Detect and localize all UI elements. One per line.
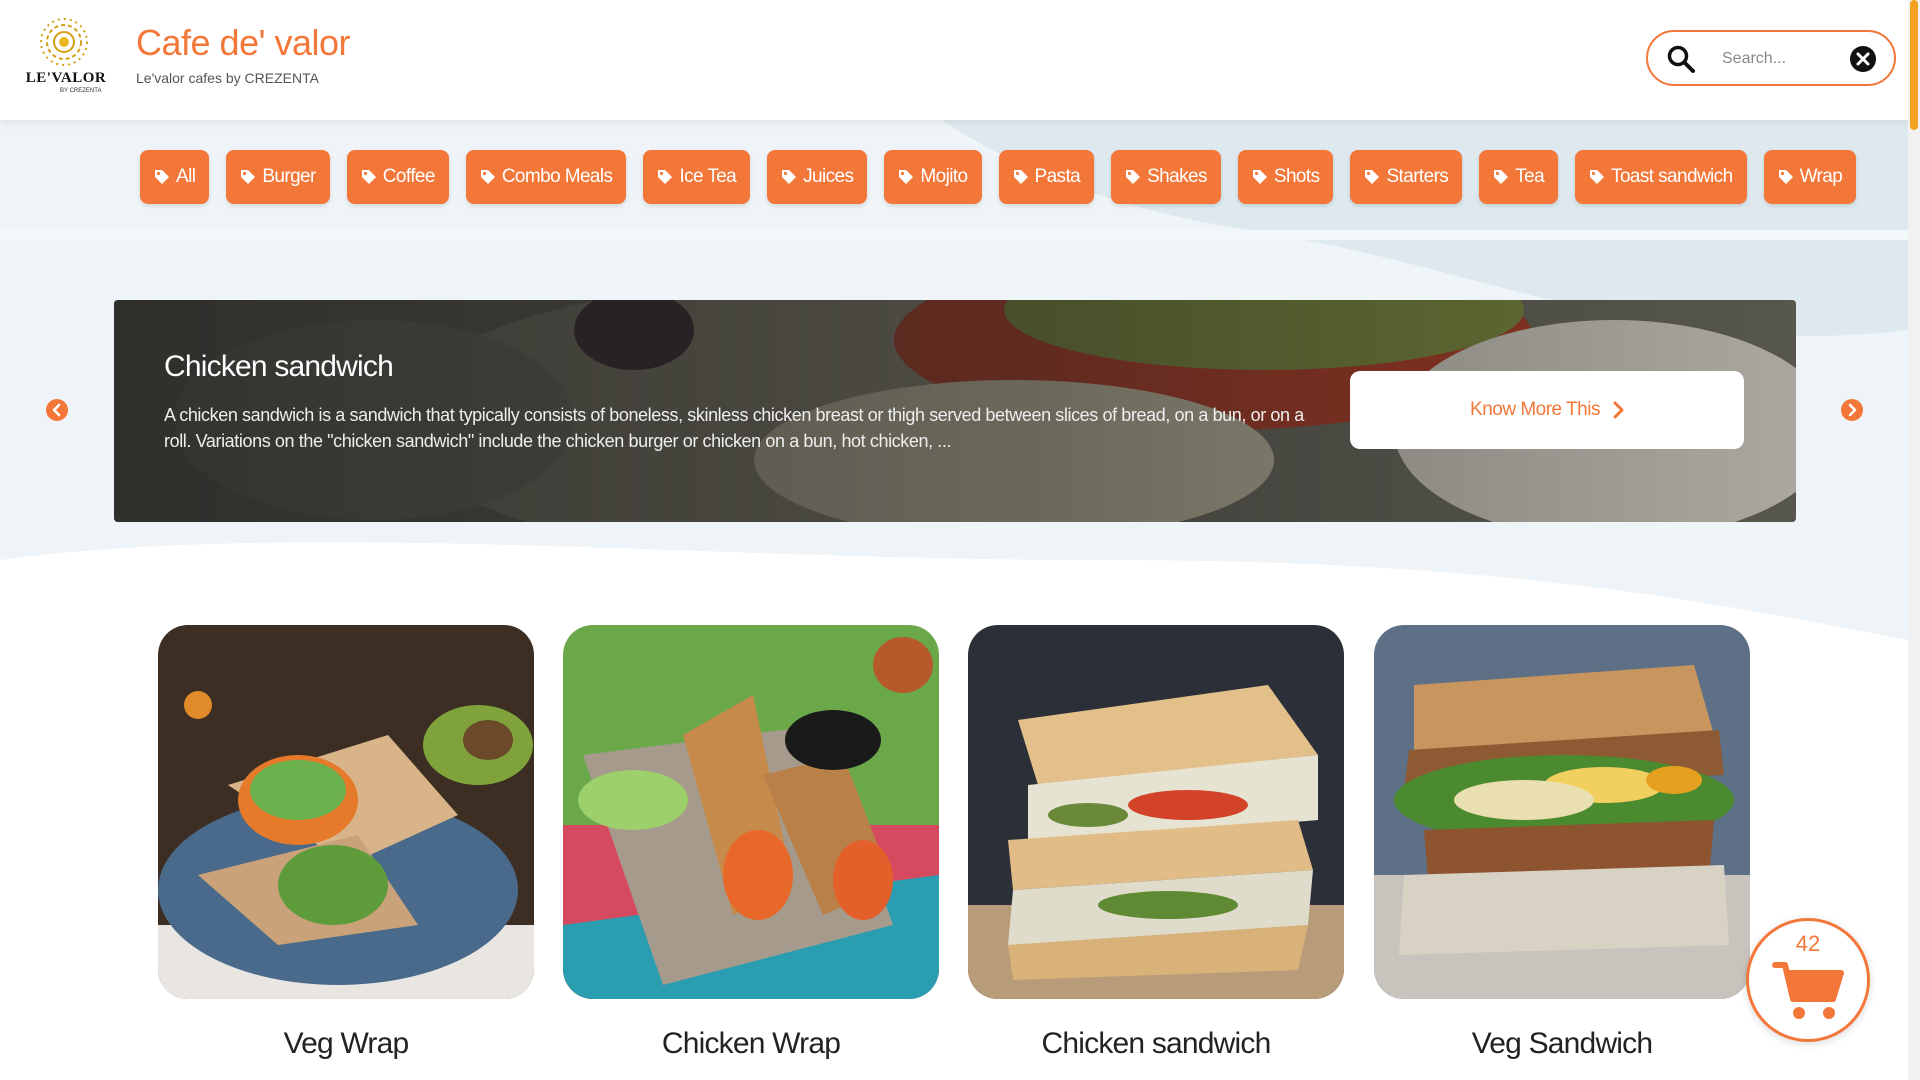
category-shots[interactable]: Shots xyxy=(1237,150,1334,204)
category-toast-sandwich[interactable]: Toast sandwich xyxy=(1575,150,1747,204)
tag-icon xyxy=(241,170,256,184)
product-name: Chicken sandwich xyxy=(1041,1027,1272,1060)
category-all[interactable]: All xyxy=(140,150,210,204)
category-bar: All Burger Coffee Combo Meals Ice Tea Ju… xyxy=(140,150,1857,204)
know-more-label: Know More This xyxy=(1470,399,1600,420)
category-mojito[interactable]: Mojito xyxy=(884,150,982,204)
tag-icon xyxy=(1494,170,1509,184)
product-image xyxy=(968,625,1344,999)
banner-title: Chicken sandwich xyxy=(164,350,394,383)
chevron-right-icon xyxy=(1613,401,1624,419)
category-label: Tea xyxy=(1515,166,1545,187)
category-label: Wrap xyxy=(1799,166,1843,187)
tag-icon xyxy=(1778,170,1793,184)
category-tea[interactable]: Tea xyxy=(1479,150,1559,204)
category-label: Coffee xyxy=(382,166,436,187)
category-label: Shakes xyxy=(1147,166,1207,187)
chevron-right-circle-icon[interactable] xyxy=(1840,398,1864,422)
product-card-veg-wrap[interactable]: Veg Wrap xyxy=(158,625,534,1080)
category-wrap[interactable]: Wrap xyxy=(1763,150,1857,204)
category-pasta[interactable]: Pasta xyxy=(998,150,1095,204)
banner-description: A chicken sandwich is a sandwich that ty… xyxy=(164,405,1304,451)
tag-icon xyxy=(1365,170,1380,184)
know-more-button[interactable]: Know More This xyxy=(1350,371,1744,449)
logo-subtext: BY CREZENTA xyxy=(60,88,102,94)
category-label: Shots xyxy=(1273,166,1320,187)
category-burger[interactable]: Burger xyxy=(226,150,330,204)
close-circle-icon[interactable] xyxy=(1848,44,1878,74)
tag-icon xyxy=(480,170,495,184)
scrollbar[interactable] xyxy=(1908,0,1920,1080)
category-label: Pasta xyxy=(1034,166,1081,187)
category-label: Ice Tea xyxy=(679,166,737,187)
shopping-cart-icon xyxy=(1772,962,1844,1019)
product-image xyxy=(1374,625,1750,999)
tag-icon xyxy=(782,170,797,184)
logo[interactable]: LE'VALOR BY CREZENTA xyxy=(22,16,110,100)
category-label: Juices xyxy=(803,166,854,187)
category-ice-tea[interactable]: Ice Tea xyxy=(643,150,751,204)
category-juices[interactable]: Juices xyxy=(767,150,868,204)
tag-icon xyxy=(155,170,169,184)
category-label: Toast sandwich xyxy=(1611,166,1733,187)
search-icon[interactable] xyxy=(1666,44,1696,74)
featured-banner: Chicken sandwich A chicken sandwich is a… xyxy=(114,300,1796,522)
category-label: Starters xyxy=(1386,166,1449,187)
tag-icon xyxy=(1126,170,1141,184)
header: LE'VALOR BY CREZENTA Cafe de' valor Le'v… xyxy=(0,0,1908,120)
tag-icon xyxy=(658,170,673,184)
product-name: Veg Sandwich xyxy=(1471,1027,1653,1060)
tag-icon xyxy=(1013,170,1028,184)
tag-icon xyxy=(361,170,376,184)
tag-icon xyxy=(1252,170,1267,184)
brand-title: Cafe de' valor xyxy=(136,22,351,63)
scrollbar-thumb[interactable] xyxy=(1910,0,1918,130)
category-shakes[interactable]: Shakes xyxy=(1111,150,1221,204)
category-starters[interactable]: Starters xyxy=(1350,150,1463,204)
cart-count-badge: 42 xyxy=(1795,931,1821,956)
logo-text: LE'VALOR xyxy=(25,70,107,86)
brand-subtitle: Le'valor cafes by CREZENTA xyxy=(136,70,319,86)
category-label: All xyxy=(176,166,196,187)
product-name: Chicken Wrap xyxy=(661,1027,841,1060)
product-card-veg-sandwich[interactable]: Veg Sandwich xyxy=(1374,625,1750,1080)
search-box xyxy=(1646,30,1896,86)
chevron-left-circle-icon[interactable] xyxy=(45,398,69,422)
category-label: Combo Meals xyxy=(501,166,613,187)
category-combo-meals[interactable]: Combo Meals xyxy=(465,150,627,204)
product-card-chicken-wrap[interactable]: Chicken Wrap xyxy=(563,625,939,1080)
product-image xyxy=(158,625,534,999)
product-image xyxy=(563,625,939,999)
tag-icon xyxy=(899,170,914,184)
category-label: Mojito xyxy=(920,166,968,187)
search-input[interactable] xyxy=(1722,46,1842,72)
cart-button[interactable]: 42 xyxy=(1746,918,1870,1042)
logo-emblem-icon xyxy=(40,18,88,66)
product-name: Veg Wrap xyxy=(283,1027,410,1060)
product-card-chicken-sandwich[interactable]: Chicken sandwich xyxy=(968,625,1344,1080)
tag-icon xyxy=(1590,170,1605,184)
category-label: Burger xyxy=(262,166,316,187)
category-coffee[interactable]: Coffee xyxy=(346,150,449,204)
